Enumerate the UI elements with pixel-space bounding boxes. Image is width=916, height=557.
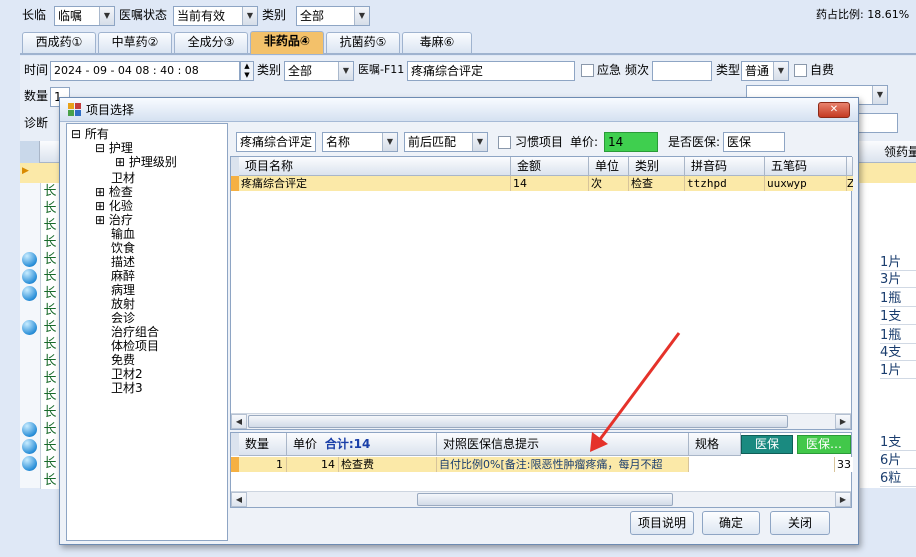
annotation-arrow-icon — [590, 332, 681, 452]
